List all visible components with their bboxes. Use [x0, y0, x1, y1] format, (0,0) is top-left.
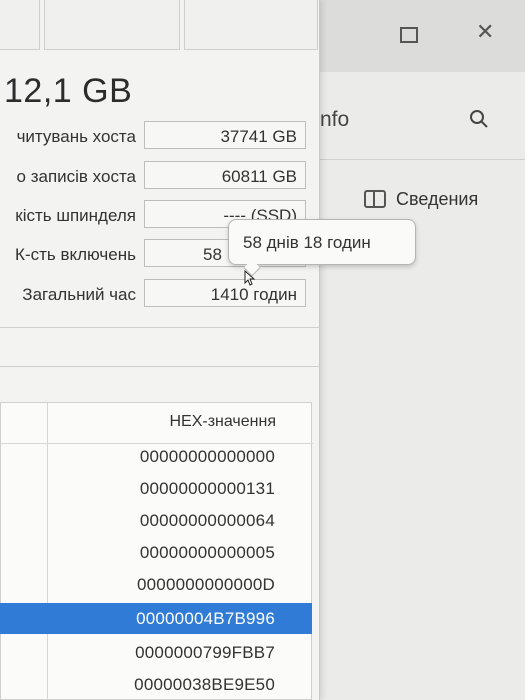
table-row[interactable]: 00000000000000: [0, 441, 312, 472]
background-toolbar: nfo: [300, 72, 525, 160]
status-box[interactable]: [44, 0, 180, 50]
info-value[interactable]: 1410 годин: [144, 279, 306, 307]
hex-value-cell: 00000000000000: [139, 447, 275, 466]
info-label: К-сть включень: [15, 245, 136, 264]
panel-icon: [364, 190, 386, 208]
tab-details[interactable]: Сведения: [364, 184, 478, 214]
search-icon[interactable]: [468, 108, 490, 130]
status-box[interactable]: [0, 0, 40, 50]
background-app-title: nfo: [320, 108, 350, 131]
info-label: читувань хоста: [16, 127, 136, 146]
hex-value-cell: 00000000000064: [139, 511, 275, 530]
close-icon[interactable]: ✕: [476, 22, 494, 44]
hex-value-cell: 00000004B7B996: [136, 609, 275, 628]
divider: [0, 327, 320, 328]
hex-value-cell: 00000000000131: [139, 479, 275, 498]
disk-capacity: 12,1 GB: [4, 72, 133, 110]
info-label: о записів хоста: [16, 167, 136, 186]
info-label: кість шпинделя: [15, 206, 136, 225]
divider: [0, 366, 320, 367]
table-row[interactable]: 00000000000131: [0, 473, 312, 504]
hex-value-cell: 00000038BE9E50: [134, 675, 275, 694]
info-row-power-on-hours[interactable]: Загальний час 1410 годин: [0, 279, 320, 309]
table-row[interactable]: 00000000000005: [0, 537, 312, 568]
background-window: ✕ nfo Сведения: [300, 0, 525, 700]
info-label: Загальний час: [22, 285, 136, 304]
main-window: 12,1 GB читувань хоста 37741 GB о записі…: [0, 0, 320, 700]
info-row-host-reads: читувань хоста 37741 GB: [0, 121, 320, 151]
background-titlebar: ✕: [300, 0, 525, 72]
table-row[interactable]: 0000000799FBB7: [0, 637, 312, 668]
top-status-boxes: [0, 0, 320, 52]
table-row[interactable]: 00000000000064: [0, 505, 312, 536]
table-row-selected[interactable]: 00000004B7B996: [0, 603, 312, 634]
hex-value-cell: 0000000799FBB7: [135, 643, 275, 662]
column-header-hex[interactable]: HEX-значення: [48, 413, 276, 431]
info-value: 37741 GB: [144, 121, 306, 149]
mouse-cursor-icon: [244, 270, 256, 286]
tooltip: 58 днів 18 годин: [228, 219, 416, 265]
tab-details-label: Сведения: [396, 188, 479, 209]
status-box[interactable]: [184, 0, 318, 50]
info-value: 60811 GB: [144, 161, 306, 189]
hex-value-cell: 00000000000005: [139, 543, 275, 562]
hex-value-cell: 0000000000000D: [137, 575, 275, 594]
table-row[interactable]: 00000038BE9E50: [0, 669, 312, 700]
info-row-host-writes: о записів хоста 60811 GB: [0, 161, 320, 191]
maximize-icon[interactable]: [400, 27, 418, 43]
table-row[interactable]: 0000000000000D: [0, 569, 312, 600]
